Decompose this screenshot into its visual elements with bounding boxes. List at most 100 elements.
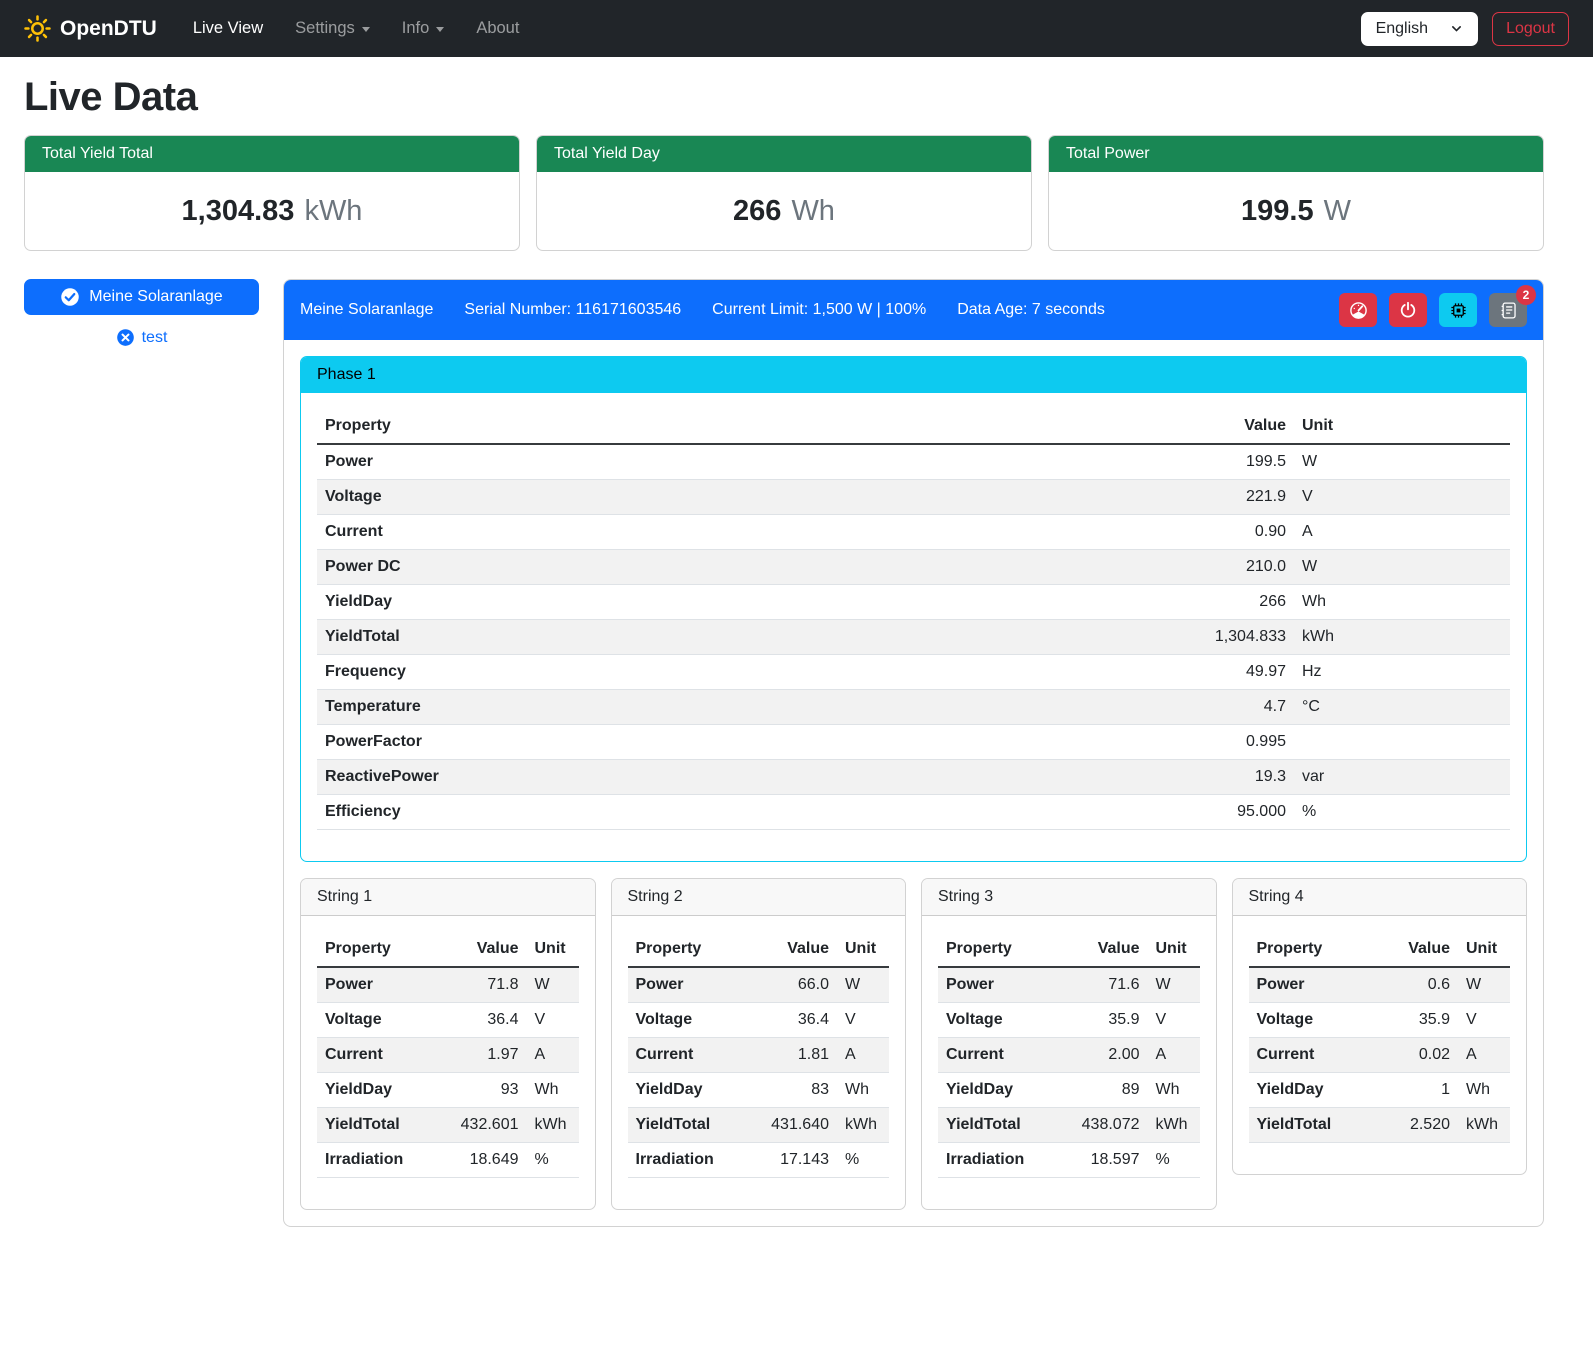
device-info-button[interactable]: [1439, 293, 1477, 327]
caret-down-icon: [436, 27, 444, 32]
unit-cell: A: [837, 1038, 889, 1073]
strings-row: String 1 Property Value Unit: [300, 878, 1527, 1210]
string-table-2: Property Value Unit Power: [628, 932, 890, 1178]
table-row: Efficiency 95.000 %: [317, 795, 1510, 830]
column-header-value: Value: [435, 932, 527, 967]
unit-cell: W: [1294, 550, 1510, 585]
inverter-serial: Serial Number: 116171603546: [464, 301, 681, 319]
nav-item-info[interactable]: Info: [388, 11, 459, 46]
nav-item-live-view[interactable]: Live View: [179, 11, 277, 46]
value-cell: 0.02: [1366, 1038, 1458, 1073]
column-header-unit: Unit: [1458, 932, 1510, 967]
unit-cell: kWh: [1148, 1108, 1200, 1143]
table-row: YieldTotal 432.601 kWh: [317, 1108, 579, 1143]
summary-card-unit: kWh: [304, 195, 362, 228]
property-cell: Current: [317, 1038, 435, 1073]
limit-settings-button[interactable]: [1339, 293, 1377, 327]
property-cell: YieldTotal: [317, 1108, 435, 1143]
string-card-4: String 4 Property Value Unit: [1232, 878, 1528, 1175]
value-cell: 71.6: [1056, 967, 1148, 1003]
unit-cell: Wh: [837, 1073, 889, 1108]
check-circle-icon: [60, 287, 80, 307]
value-cell: 36.4: [435, 1003, 527, 1038]
property-cell: PowerFactor: [317, 725, 1164, 760]
nav-item-settings[interactable]: Settings: [281, 11, 384, 46]
property-cell: YieldDay: [1249, 1073, 1367, 1108]
inverter-button-selected[interactable]: Meine Solaranlage: [24, 279, 259, 315]
table-row: YieldDay 266 Wh: [317, 585, 1510, 620]
table-row: YieldTotal 2.520 kWh: [1249, 1108, 1511, 1143]
unit-cell: W: [1294, 444, 1510, 480]
unit-cell: A: [1294, 515, 1510, 550]
value-cell: 199.5: [1164, 444, 1294, 480]
inverter-panel-header: Meine Solaranlage Serial Number: 1161716…: [284, 280, 1543, 340]
brand[interactable]: OpenDTU: [24, 15, 157, 42]
property-cell: Irradiation: [938, 1143, 1056, 1178]
column-header-property: Property: [938, 932, 1056, 967]
property-cell: Irradiation: [628, 1143, 746, 1178]
value-cell: 431.640: [745, 1108, 837, 1143]
power-button[interactable]: [1389, 293, 1427, 327]
string-card-1: String 1 Property Value Unit: [300, 878, 596, 1210]
unit-cell: A: [1458, 1038, 1510, 1073]
unit-cell: Wh: [527, 1073, 579, 1108]
unit-cell: [1294, 725, 1510, 760]
property-cell: YieldDay: [938, 1073, 1056, 1108]
unit-cell: kWh: [1458, 1108, 1510, 1143]
property-cell: YieldDay: [317, 1073, 435, 1108]
property-cell: Temperature: [317, 690, 1164, 725]
unit-cell: kWh: [1294, 620, 1510, 655]
table-row: Current 1.97 A: [317, 1038, 579, 1073]
property-cell: Efficiency: [317, 795, 1164, 830]
inverter-button-test[interactable]: test: [24, 328, 259, 347]
property-cell: YieldTotal: [938, 1108, 1056, 1143]
nav-item-about[interactable]: About: [462, 11, 533, 46]
event-log-button[interactable]: 2: [1489, 293, 1527, 327]
value-cell: 210.0: [1164, 550, 1294, 585]
table-row: Voltage 35.9 V: [938, 1003, 1200, 1038]
value-cell: 35.9: [1366, 1003, 1458, 1038]
summary-card-unit: Wh: [791, 195, 835, 228]
property-cell: Voltage: [1249, 1003, 1367, 1038]
property-cell: Voltage: [317, 1003, 435, 1038]
journal-text-icon: [1499, 301, 1518, 320]
table-row: Voltage 221.9 V: [317, 480, 1510, 515]
property-cell: Frequency: [317, 655, 1164, 690]
inverter-limit: Current Limit: 1,500 W | 100%: [712, 301, 926, 319]
summary-card-title: Total Yield Day: [537, 136, 1031, 172]
value-cell: 19.3: [1164, 760, 1294, 795]
value-cell: 1,304.833: [1164, 620, 1294, 655]
sun-icon: [24, 15, 51, 42]
value-cell: 35.9: [1056, 1003, 1148, 1038]
inverter-name: Meine Solaranlage: [300, 301, 433, 319]
unit-cell: V: [1294, 480, 1510, 515]
phase-card: Phase 1 Property Value Unit: [300, 356, 1527, 862]
property-cell: Power: [317, 444, 1164, 480]
language-select[interactable]: English: [1361, 12, 1478, 46]
table-row: Voltage 36.4 V: [628, 1003, 890, 1038]
property-cell: Current: [1249, 1038, 1367, 1073]
table-row: Power 0.6 W: [1249, 967, 1511, 1003]
cpu-icon: [1449, 301, 1468, 320]
inverter-panel: Meine Solaranlage Serial Number: 1161716…: [283, 279, 1544, 1227]
value-cell: 0.6: [1366, 967, 1458, 1003]
power-icon: [1399, 301, 1417, 319]
value-cell: 2.520: [1366, 1108, 1458, 1143]
table-row: Current 2.00 A: [938, 1038, 1200, 1073]
unit-cell: kWh: [527, 1108, 579, 1143]
logout-button[interactable]: Logout: [1492, 12, 1569, 46]
table-row: Voltage 36.4 V: [317, 1003, 579, 1038]
table-row: Temperature 4.7 °C: [317, 690, 1510, 725]
property-cell: Power: [1249, 967, 1367, 1003]
value-cell: 266: [1164, 585, 1294, 620]
value-cell: 1.97: [435, 1038, 527, 1073]
gauge-icon: [1349, 301, 1368, 320]
x-circle-icon: [116, 328, 135, 347]
unit-cell: V: [527, 1003, 579, 1038]
unit-cell: %: [1148, 1143, 1200, 1178]
summary-cards: Total Yield Total 1,304.83 kWh Total Yie…: [24, 135, 1544, 251]
table-row: YieldDay 93 Wh: [317, 1073, 579, 1108]
value-cell: 93: [435, 1073, 527, 1108]
phase-table: Property Value Unit Power: [317, 409, 1510, 830]
column-header-value: Value: [1366, 932, 1458, 967]
